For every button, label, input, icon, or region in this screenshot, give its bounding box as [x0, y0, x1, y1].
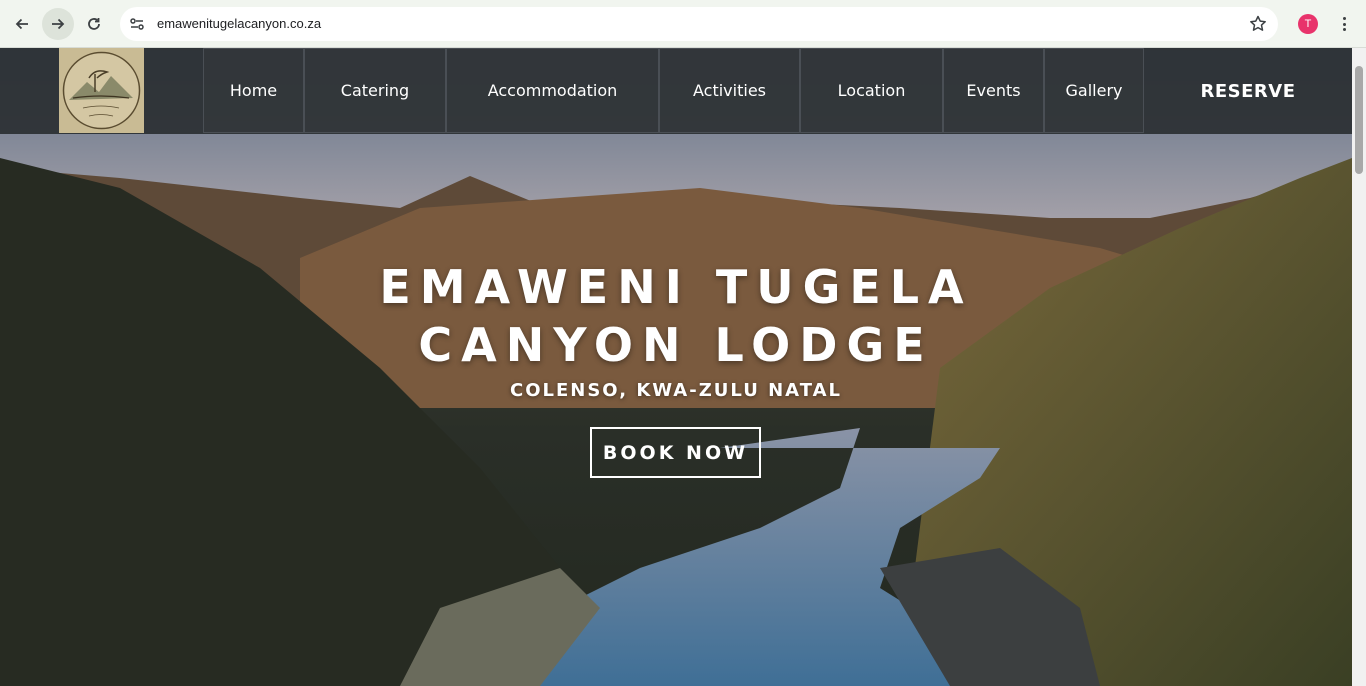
nav-activities-label: Activities [693, 81, 766, 100]
nav-location-label: Location [837, 81, 906, 100]
reserve-button[interactable]: RESERVE [1144, 48, 1352, 134]
address-bar[interactable]: emawenitugelacanyon.co.za [120, 7, 1278, 41]
nav-home[interactable]: Home [203, 48, 304, 133]
web-page: Home Catering Accommodation Activities L… [0, 48, 1352, 686]
nav-events-label: Events [966, 81, 1021, 100]
forward-button[interactable] [42, 8, 74, 40]
reload-icon [88, 18, 100, 30]
nav-events[interactable]: Events [943, 48, 1044, 133]
book-now-button[interactable]: BOOK NOW [590, 427, 761, 478]
back-button[interactable] [6, 8, 38, 40]
nav-activities[interactable]: Activities [659, 48, 800, 133]
browser-toolbar: emawenitugelacanyon.co.za T [0, 0, 1366, 48]
nav-home-label: Home [229, 81, 278, 100]
reload-button[interactable] [78, 8, 110, 40]
profile-avatar[interactable]: T [1298, 14, 1318, 34]
lodge-logo-icon [62, 51, 141, 130]
bookmark-star-icon[interactable] [1248, 14, 1268, 34]
nav-gallery-label: Gallery [1065, 81, 1123, 100]
hero-content: EMAWENI TUGELA CANYON LODGE COLENSO, KWA… [0, 258, 1352, 401]
kebab-menu-icon[interactable] [1336, 14, 1352, 34]
hero-title-line1: EMAWENI TUGELA [379, 260, 973, 314]
url-text: emawenitugelacanyon.co.za [157, 16, 322, 31]
site-settings-icon[interactable] [128, 15, 146, 33]
main-navigation: Home Catering Accommodation Activities L… [203, 48, 1144, 134]
nav-accommodation-label: Accommodation [487, 81, 618, 100]
scrollbar-thumb[interactable] [1355, 66, 1363, 174]
page-scrollbar[interactable] [1352, 48, 1366, 686]
nav-gallery[interactable]: Gallery [1044, 48, 1144, 133]
site-logo[interactable] [59, 48, 144, 133]
nav-accommodation[interactable]: Accommodation [446, 48, 659, 133]
site-header: Home Catering Accommodation Activities L… [0, 48, 1352, 134]
nav-catering[interactable]: Catering [304, 48, 446, 133]
hero-subtitle: COLENSO, KWA-ZULU NATAL [510, 380, 842, 401]
forward-arrow-icon [52, 18, 65, 30]
nav-location[interactable]: Location [800, 48, 943, 133]
hero-title-line2: CANYON LODGE [418, 318, 934, 372]
back-arrow-icon [15, 18, 28, 30]
nav-catering-label: Catering [340, 81, 410, 100]
